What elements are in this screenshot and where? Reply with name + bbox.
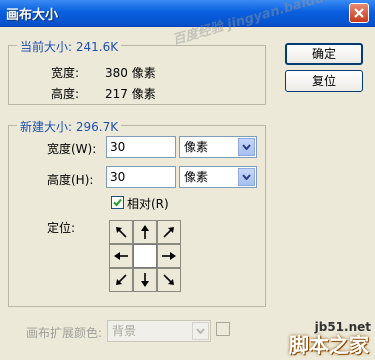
width-input[interactable]: 30 xyxy=(106,136,176,158)
relative-label: 相对(R) xyxy=(127,197,169,211)
checkmark-icon xyxy=(113,198,122,207)
arrow-down-right-icon xyxy=(163,274,174,285)
extension-color-value: 背景 xyxy=(112,324,137,338)
current-size-legend: 当前大小: 241.6K xyxy=(17,38,122,55)
anchor-top-right[interactable] xyxy=(157,220,181,244)
site-name: 脚本之家 xyxy=(289,333,369,357)
anchor-bottom-right[interactable] xyxy=(157,268,181,292)
width-unit-value: 像素 xyxy=(184,140,209,154)
anchor-bottom-left[interactable] xyxy=(109,268,133,292)
current-width-label: 宽度: xyxy=(51,66,80,80)
new-width-label: 宽度(W): xyxy=(47,142,97,156)
current-height-label: 高度: xyxy=(51,87,80,101)
height-unit-value: 像素 xyxy=(184,170,209,184)
anchor-label: 定位: xyxy=(47,221,76,235)
new-size-group: 新建大小: 296.7K 宽度(W): 30 像素 高度(H): 30 像素 相… xyxy=(8,118,266,307)
chevron-down-icon[interactable] xyxy=(238,168,255,186)
arrow-up-icon xyxy=(141,225,149,239)
new-height-label: 高度(H): xyxy=(47,173,94,187)
extension-color-select: 背景 xyxy=(107,320,211,342)
current-width-value: 380 像素 xyxy=(105,66,156,80)
window-title: 画布大小 xyxy=(6,8,59,23)
close-icon xyxy=(354,8,364,18)
arrow-up-left-icon xyxy=(116,227,127,238)
relative-checkbox[interactable] xyxy=(111,196,124,209)
new-size-legend: 新建大小: 296.7K xyxy=(17,118,122,135)
arrow-right-icon xyxy=(162,252,176,260)
anchor-right[interactable] xyxy=(157,244,181,268)
anchor-top[interactable] xyxy=(133,220,157,244)
anchor-center[interactable] xyxy=(133,244,157,268)
arrow-up-right-icon xyxy=(163,227,174,238)
ok-button[interactable]: 确定 xyxy=(285,43,363,65)
anchor-left[interactable] xyxy=(109,244,133,268)
height-unit-select[interactable]: 像素 xyxy=(179,166,257,188)
anchor-top-left[interactable] xyxy=(109,220,133,244)
arrow-down-icon xyxy=(141,273,149,287)
anchor-bottom[interactable] xyxy=(133,268,157,292)
arrow-left-icon xyxy=(114,252,128,260)
extension-color-label: 画布扩展颜色: xyxy=(26,326,103,340)
chevron-down-icon[interactable] xyxy=(238,138,255,156)
chevron-down-icon xyxy=(192,322,209,340)
height-input[interactable]: 30 xyxy=(106,166,176,188)
current-size-group: 当前大小: 241.6K 宽度: 380 像素 高度: 217 像素 xyxy=(8,38,266,105)
reset-button[interactable]: 复位 xyxy=(285,70,363,92)
extension-color-swatch xyxy=(216,322,230,336)
arrow-down-left-icon xyxy=(116,274,127,285)
close-button[interactable] xyxy=(349,3,369,23)
current-height-value: 217 像素 xyxy=(105,87,156,101)
width-unit-select[interactable]: 像素 xyxy=(179,136,257,158)
